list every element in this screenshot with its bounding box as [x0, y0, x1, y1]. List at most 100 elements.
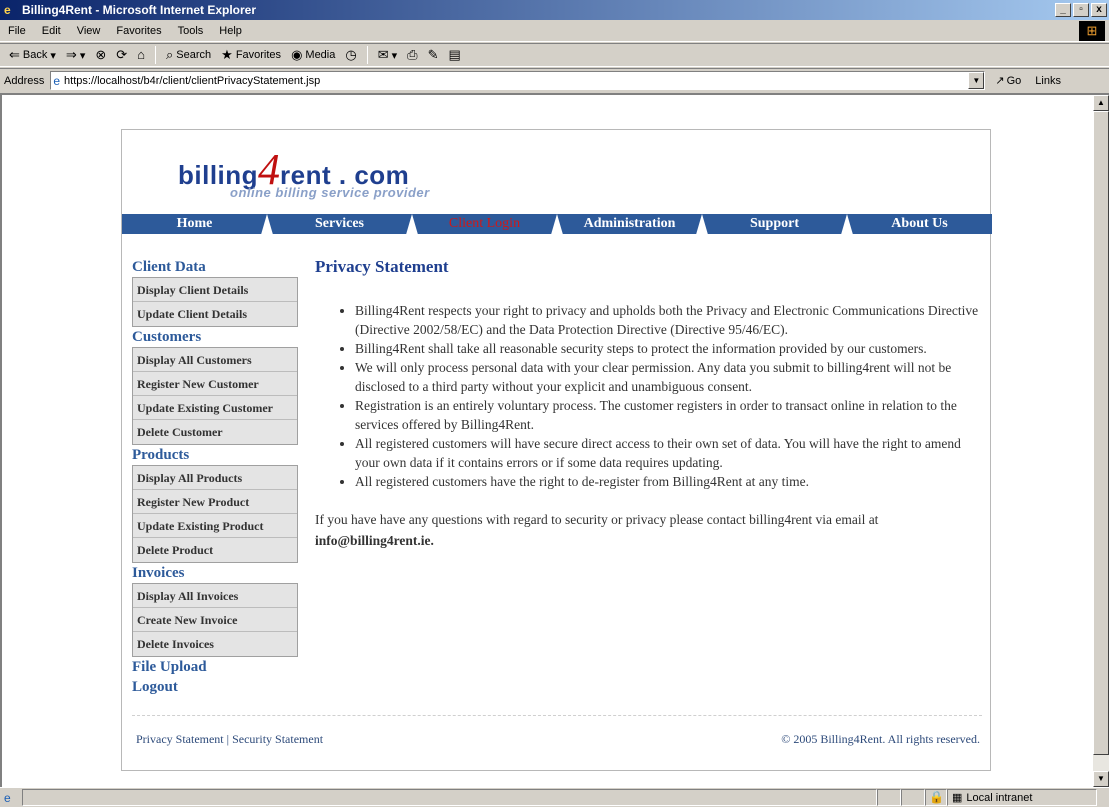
home-icon: ⌂: [137, 47, 146, 62]
close-button[interactable]: x: [1091, 3, 1107, 17]
forward-dropdown-icon[interactable]: ▾: [80, 49, 86, 62]
sidebar-item-display-client-details[interactable]: Display Client Details: [133, 278, 297, 302]
window-title: Billing4Rent - Microsoft Internet Explor…: [22, 3, 257, 17]
mail-button[interactable]: ✉ ▾: [375, 48, 400, 62]
back-arrow-icon: ⇐: [9, 47, 20, 62]
window-title-bar: e Billing4Rent - Microsoft Internet Expl…: [0, 0, 1109, 20]
intranet-icon: ▦: [952, 792, 963, 804]
security-zone[interactable]: ▦ Local intranet: [947, 789, 1097, 806]
sidebar-item-register-new-product[interactable]: Register New Product: [133, 490, 297, 514]
refresh-button[interactable]: ⟳: [113, 48, 130, 62]
stop-button[interactable]: ⊗: [92, 48, 109, 62]
sidebar-link-logout[interactable]: Logout: [132, 677, 298, 697]
nav-about-us[interactable]: About Us: [847, 214, 992, 234]
menu-edit[interactable]: Edit: [34, 25, 69, 37]
vertical-scrollbar[interactable]: ▲ ▼: [1093, 95, 1109, 787]
favorites-label: Favorites: [235, 49, 282, 61]
scroll-up-button[interactable]: ▲: [1093, 95, 1109, 111]
sidebar-group-client-data: Display Client Details Update Client Det…: [132, 277, 298, 327]
menu-tools[interactable]: Tools: [170, 25, 212, 37]
print-icon: ⎙: [407, 47, 418, 62]
list-item: All registered customers will have secur…: [355, 434, 980, 472]
address-dropdown-button[interactable]: ▼: [968, 72, 985, 89]
discuss-button[interactable]: ▤: [445, 48, 463, 62]
nav-home[interactable]: Home: [122, 214, 267, 234]
footer-divider: [132, 715, 982, 716]
sidebar-heading-products[interactable]: Products: [132, 445, 298, 465]
sidebar-item-display-all-products[interactable]: Display All Products: [133, 466, 297, 490]
minimize-button[interactable]: _: [1055, 3, 1071, 17]
menu-view[interactable]: View: [69, 25, 109, 37]
footer-links: Privacy Statement | Security Statement: [136, 732, 323, 747]
print-button[interactable]: ⎙: [404, 48, 420, 62]
nav-services[interactable]: Services: [267, 214, 412, 234]
page-title: Privacy Statement: [315, 257, 449, 276]
footer-separator: |: [223, 732, 233, 746]
sidebar-item-create-new-invoice[interactable]: Create New Invoice: [133, 608, 297, 632]
address-bar: Address e https://localhost/b4r/client/c…: [0, 68, 1109, 92]
menu-help[interactable]: Help: [211, 25, 250, 37]
discuss-icon: ▤: [448, 47, 461, 62]
sidebar-heading-invoices[interactable]: Invoices: [132, 563, 298, 583]
menu-bar: File Edit View Favorites Tools Help ⊞: [0, 20, 1109, 42]
menu-file[interactable]: File: [0, 25, 34, 37]
windows-logo-icon: ⊞: [1079, 21, 1105, 41]
favorites-button[interactable]: ★ Favorites: [218, 48, 284, 62]
sidebar-item-delete-customer[interactable]: Delete Customer: [133, 420, 297, 444]
forward-button[interactable]: ⇒ ▾: [63, 48, 88, 62]
sidebar-item-delete-product[interactable]: Delete Product: [133, 538, 297, 562]
go-button[interactable]: ↗ Go: [995, 74, 1021, 88]
menu-favorites[interactable]: Favorites: [108, 25, 169, 37]
contact-paragraph: If you have have any questions with rega…: [315, 509, 980, 551]
status-text-cell: [22, 789, 877, 806]
footer-link-security[interactable]: Security Statement: [232, 732, 323, 746]
links-button[interactable]: Links: [1035, 75, 1061, 87]
sidebar-link-file-upload[interactable]: File Upload: [132, 657, 298, 677]
media-button[interactable]: ◉ Media: [288, 48, 338, 62]
nav-administration[interactable]: Administration: [557, 214, 702, 234]
search-button[interactable]: ⌕ Search: [163, 48, 214, 62]
sidebar-item-register-new-customer[interactable]: Register New Customer: [133, 372, 297, 396]
go-arrow-icon: ↗: [995, 75, 1005, 87]
list-item: Registration is an entirely voluntary pr…: [355, 396, 980, 434]
mail-dropdown-icon[interactable]: ▾: [392, 49, 398, 62]
sidebar-item-display-all-customers[interactable]: Display All Customers: [133, 348, 297, 372]
nav-client-login[interactable]: Client Login: [412, 214, 557, 234]
nav-support[interactable]: Support: [702, 214, 847, 234]
sidebar-heading-client-data[interactable]: Client Data: [132, 257, 298, 277]
edit-icon: ✎: [427, 47, 439, 62]
sidebar-group-invoices: Display All Invoices Create New Invoice …: [132, 583, 298, 657]
site-logo[interactable]: billing4rent . com online billing servic…: [178, 144, 430, 200]
history-button[interactable]: ◷: [342, 48, 359, 62]
status-cell: [877, 789, 901, 806]
back-button[interactable]: ⇐ Back ▾: [6, 48, 59, 62]
sidebar-item-display-all-invoices[interactable]: Display All Invoices: [133, 584, 297, 608]
maximize-button[interactable]: ▫: [1073, 3, 1089, 17]
media-icon: ◉: [291, 47, 303, 62]
favorites-icon: ★: [221, 47, 233, 62]
search-icon: ⌕: [166, 47, 174, 62]
sidebar-item-update-client-details[interactable]: Update Client Details: [133, 302, 297, 326]
address-input[interactable]: e https://localhost/b4r/client/clientPri…: [50, 71, 986, 90]
sidebar-item-update-existing-product[interactable]: Update Existing Product: [133, 514, 297, 538]
footer-copyright: © 2005 Billing4Rent. All rights reserved…: [781, 732, 980, 746]
page-status-icon: e: [4, 790, 11, 805]
address-url[interactable]: https://localhost/b4r/client/clientPriva…: [64, 75, 320, 87]
main-navigation: Home Services Client Login Administratio…: [122, 214, 992, 234]
contact-email: info@billing4rent.ie.: [315, 533, 434, 548]
footer-link-privacy[interactable]: Privacy Statement: [136, 732, 224, 746]
back-dropdown-icon[interactable]: ▾: [50, 49, 56, 62]
sidebar-item-update-existing-customer[interactable]: Update Existing Customer: [133, 396, 297, 420]
contact-text: If you have have any questions with rega…: [315, 512, 879, 527]
list-item: Billing4Rent respects your right to priv…: [355, 301, 980, 339]
status-bar: e 🔒 ▦ Local intranet: [0, 787, 1109, 807]
scrollbar-thumb[interactable]: [1093, 111, 1109, 755]
internet-explorer-icon: e: [4, 3, 11, 17]
browser-viewport: billing4rent . com online billing servic…: [0, 93, 1109, 787]
sidebar-item-delete-invoices[interactable]: Delete Invoices: [133, 632, 297, 656]
home-button[interactable]: ⌂: [134, 48, 148, 62]
edit-button[interactable]: ✎: [425, 48, 442, 62]
sidebar-heading-customers[interactable]: Customers: [132, 327, 298, 347]
status-cell: [901, 789, 925, 806]
scroll-down-button[interactable]: ▼: [1093, 771, 1109, 787]
